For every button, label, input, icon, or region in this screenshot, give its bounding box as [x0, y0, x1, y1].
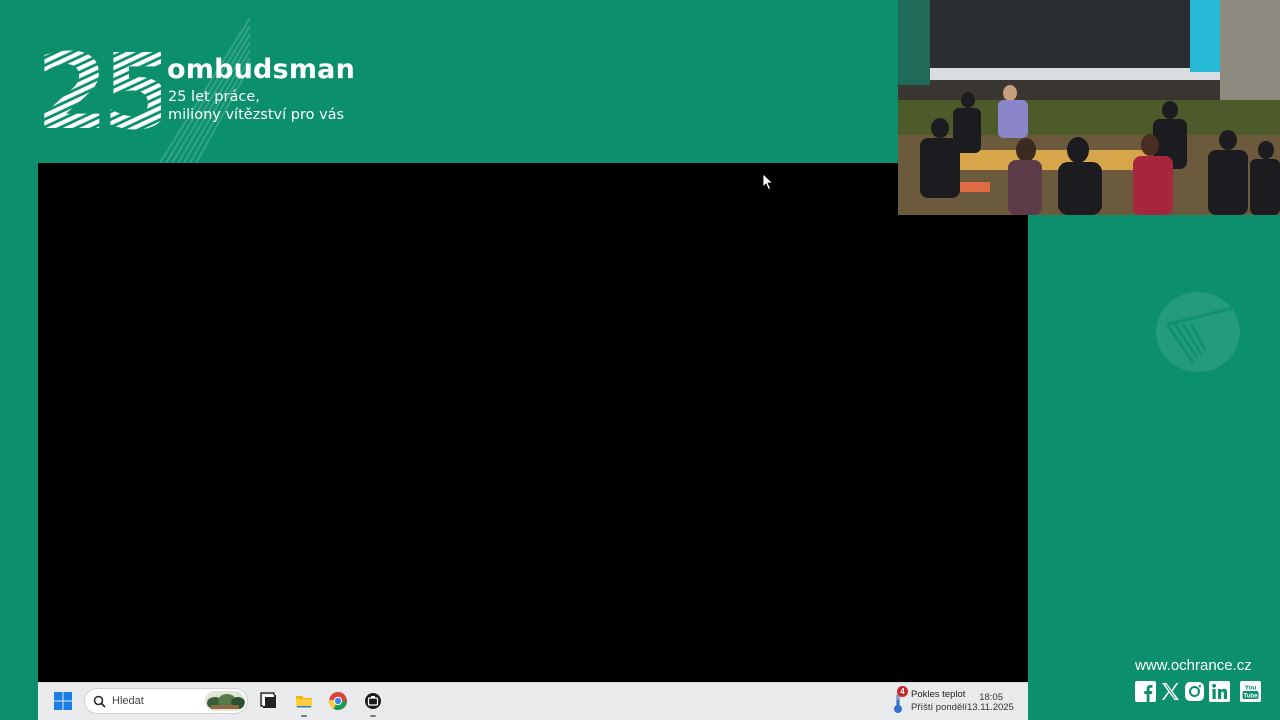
- windows-taskbar: Hledat 4 Pokles teplot Příští pondělí13.…: [38, 682, 1028, 720]
- app-running-indicator: [370, 715, 376, 717]
- task-view-icon[interactable]: [259, 691, 279, 711]
- facebook-icon[interactable]: [1135, 681, 1156, 702]
- instagram-icon[interactable]: [1184, 681, 1205, 702]
- brand-name: ombudsman: [167, 54, 356, 85]
- weather-widget[interactable]: 4 Pokles teplot Příští pondělí13.11.2025…: [890, 686, 1020, 718]
- stream-layout: 25 ombudsman 25 let práce, miliony vítěz…: [0, 0, 1280, 720]
- clock-date: 13.11.2025: [966, 702, 1014, 713]
- taskbar-search-box[interactable]: Hledat: [84, 688, 248, 714]
- folder-icon[interactable]: [294, 691, 314, 711]
- website-url-link[interactable]: www.ochrance.cz: [1135, 657, 1252, 674]
- search-highlight-image: [205, 691, 245, 711]
- weather-title: Pokles teplot: [911, 689, 966, 700]
- tagline-line-1: 25 let práce,: [168, 89, 260, 105]
- windows-logo-icon[interactable]: [53, 691, 73, 711]
- x-icon[interactable]: [1160, 681, 1181, 702]
- mouse-cursor-icon: [762, 173, 774, 191]
- search-icon: [93, 695, 106, 708]
- svg-text:25: 25: [36, 40, 161, 135]
- svg-text:You: You: [1245, 685, 1257, 692]
- weather-badge: 4: [897, 686, 908, 697]
- brand-25-logo: 25: [36, 40, 161, 135]
- brand-tagline: 25 let práce, miliony vítězství pro vás: [168, 88, 344, 124]
- tagline-line-2: miliony vítězství pro vás: [168, 107, 345, 123]
- ombudsman-watermark-icon: [1156, 292, 1240, 372]
- clock-time: 18:05: [979, 692, 1003, 703]
- svg-text:Tube: Tube: [1244, 693, 1259, 699]
- app-icon[interactable]: [363, 691, 383, 711]
- youtube-icon[interactable]: You Tube: [1240, 681, 1261, 702]
- camera-feed: [898, 0, 1280, 215]
- weather-subtitle: Příští pondělí13.11.2025: [911, 702, 1014, 713]
- weather-subtitle-text: Příští pondělí: [911, 702, 967, 713]
- linkedin-icon[interactable]: [1209, 681, 1230, 702]
- chrome-icon[interactable]: [328, 691, 348, 711]
- shared-screen: Hledat 4 Pokles teplot Příští pondělí13.…: [38, 163, 1028, 720]
- search-placeholder: Hledat: [112, 695, 144, 707]
- file-explorer-running-indicator: [301, 715, 307, 717]
